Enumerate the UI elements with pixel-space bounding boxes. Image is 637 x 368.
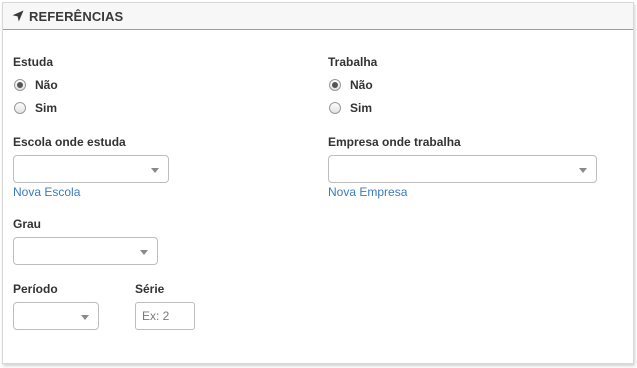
radio-button[interactable]	[329, 79, 341, 91]
empresa-label: Empresa onde trabalha	[328, 135, 461, 149]
serie-input[interactable]	[135, 302, 195, 330]
chevron-down-icon	[579, 168, 587, 173]
chevron-down-icon	[140, 250, 148, 255]
trabalha-nao-radio[interactable]: Não	[329, 78, 373, 92]
nova-empresa-link[interactable]: Nova Empresa	[328, 185, 407, 199]
estuda-nao-label: Não	[35, 78, 58, 92]
estuda-sim-radio[interactable]: Sim	[14, 101, 57, 115]
referencias-panel: REFERÊNCIAS Estuda Não Sim Trabalha Não …	[2, 2, 634, 364]
trabalha-label: Trabalha	[328, 55, 378, 69]
chevron-down-icon	[151, 168, 159, 173]
trabalha-nao-label: Não	[350, 78, 373, 92]
chevron-down-icon	[81, 315, 89, 320]
radio-button[interactable]	[329, 102, 341, 114]
radio-button[interactable]	[14, 102, 26, 114]
escola-select[interactable]	[13, 155, 169, 183]
serie-label: Série	[135, 282, 165, 296]
grau-label: Grau	[13, 217, 42, 231]
estuda-label: Estuda	[13, 55, 54, 69]
empresa-select[interactable]	[328, 155, 597, 183]
trabalha-sim-label: Sim	[350, 101, 373, 115]
panel-title: REFERÊNCIAS	[29, 9, 124, 24]
nova-escola-link[interactable]: Nova Escola	[13, 185, 80, 199]
estuda-sim-label: Sim	[35, 101, 58, 115]
trabalha-sim-radio[interactable]: Sim	[329, 101, 372, 115]
escola-label: Escola onde estuda	[13, 135, 126, 149]
periodo-label: Período	[13, 282, 58, 296]
panel-header: REFERÊNCIAS	[3, 3, 633, 30]
grau-select[interactable]	[13, 237, 158, 265]
location-arrow-icon	[12, 10, 24, 22]
periodo-select[interactable]	[13, 302, 99, 330]
estuda-nao-radio[interactable]: Não	[14, 78, 58, 92]
radio-button[interactable]	[14, 79, 26, 91]
